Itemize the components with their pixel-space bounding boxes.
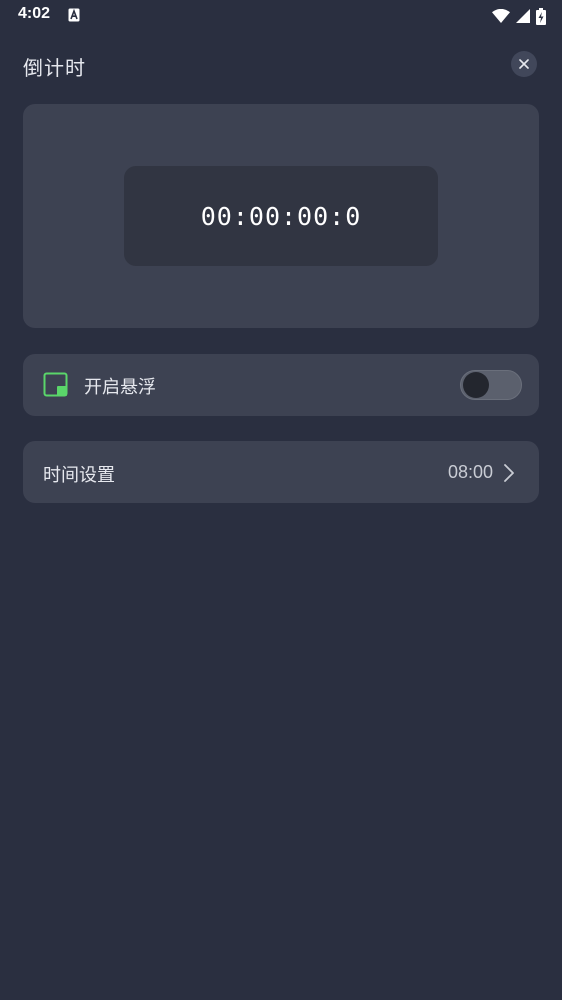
time-setting-label: 时间设置 — [43, 465, 115, 486]
status-bar: 4:02 — [0, 0, 562, 32]
chevron-right-icon — [504, 464, 514, 482]
time-setting-row[interactable]: 时间设置 08:00 — [23, 441, 539, 503]
time-setting-value: 08:00 — [447, 462, 493, 482]
status-icons — [492, 6, 546, 26]
battery-charging-icon — [536, 7, 546, 25]
header: 倒计时 — [0, 40, 562, 88]
toggle-knob — [463, 372, 489, 398]
floating-window-row: 开启悬浮 — [23, 354, 539, 416]
timer-card: 00:00:00:0 — [23, 104, 539, 328]
a-notification-icon — [68, 8, 80, 22]
status-time: 4:02 — [18, 5, 51, 22]
wifi-icon — [492, 9, 510, 23]
floating-window-toggle[interactable] — [460, 368, 524, 402]
page-title: 倒计时 — [23, 56, 86, 80]
floating-window-label: 开启悬浮 — [84, 377, 156, 398]
close-icon — [519, 59, 529, 69]
timer-text: 00:00:00:0 — [200, 201, 362, 231]
close-button[interactable] — [511, 51, 537, 77]
picture-in-picture-icon — [43, 372, 68, 397]
signal-icon — [516, 9, 530, 23]
timer-display: 00:00:00:0 — [124, 166, 438, 266]
